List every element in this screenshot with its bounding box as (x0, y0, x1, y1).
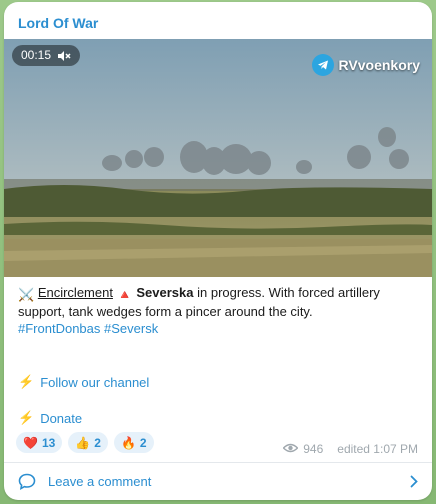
reaction-count: 13 (41, 435, 56, 450)
heart-icon: ❤️ (23, 435, 38, 450)
leave-comment-label: Leave a comment (48, 474, 152, 489)
video-player[interactable]: 00:15 RVvoenkory (4, 39, 432, 277)
comment-bubble-icon (18, 473, 36, 495)
thumbs-up-icon: 👍 (75, 435, 91, 450)
reaction-count: 2 (139, 435, 147, 450)
donate-link[interactable]: ⚡ Donate (18, 410, 82, 426)
place-name: Severska (136, 285, 194, 300)
red-triangle-icon: 🔺 (116, 287, 133, 302)
lightning-icon: ⚡ (18, 410, 35, 425)
video-watermark: RVvoenkory (311, 54, 420, 76)
reactions-row: ❤️ 13 👍 2 🔥 2 (16, 432, 154, 453)
reaction-count: 2 (94, 435, 101, 450)
video-duration: 00:15 (21, 48, 52, 62)
post-text-line1: in progress. With forced artillery (193, 285, 380, 300)
follow-channel-label: Follow our channel (40, 374, 150, 390)
reaction-thumbs-up[interactable]: 👍 2 (68, 432, 108, 453)
channel-name[interactable]: Lord Of War (18, 15, 98, 31)
video-duration-badge[interactable]: 00:15 (12, 45, 81, 66)
chevron-right-icon (410, 475, 418, 493)
views-eye-icon (282, 442, 299, 456)
channel-post: Lord Of War 00:15 RVvoenkory ⚔️ Encircle… (4, 2, 432, 500)
swords-icon: ⚔️ (18, 287, 35, 302)
views-count: 946 (303, 442, 324, 456)
reaction-heart[interactable]: ❤️ 13 (16, 432, 63, 453)
hashtag-frontdonbas[interactable]: #FrontDonbas (18, 321, 100, 336)
leave-comment-button[interactable]: Leave a comment (4, 463, 432, 500)
post-text-line2: support, tank wedges form a pincer aroun… (18, 304, 313, 319)
speaker-muted-icon (57, 50, 71, 62)
post-link[interactable]: Encirclement (38, 285, 113, 300)
donate-label: Donate (40, 410, 83, 426)
post-meta: 946 edited 1:07 PM (282, 442, 418, 456)
hashtag-seversk[interactable]: #Seversk (104, 321, 158, 336)
reaction-fire[interactable]: 🔥 2 (113, 432, 154, 453)
post-text: ⚔️ Encirclement 🔺 Severska in progress. … (18, 284, 418, 337)
edited-timestamp: edited 1:07 PM (337, 442, 418, 456)
fire-icon: 🔥 (120, 435, 136, 450)
watermark-text: RVvoenkory (338, 57, 420, 73)
telegram-icon (311, 54, 334, 76)
lightning-icon: ⚡ (18, 374, 35, 389)
follow-channel-link[interactable]: ⚡ Follow our channel (18, 374, 149, 390)
